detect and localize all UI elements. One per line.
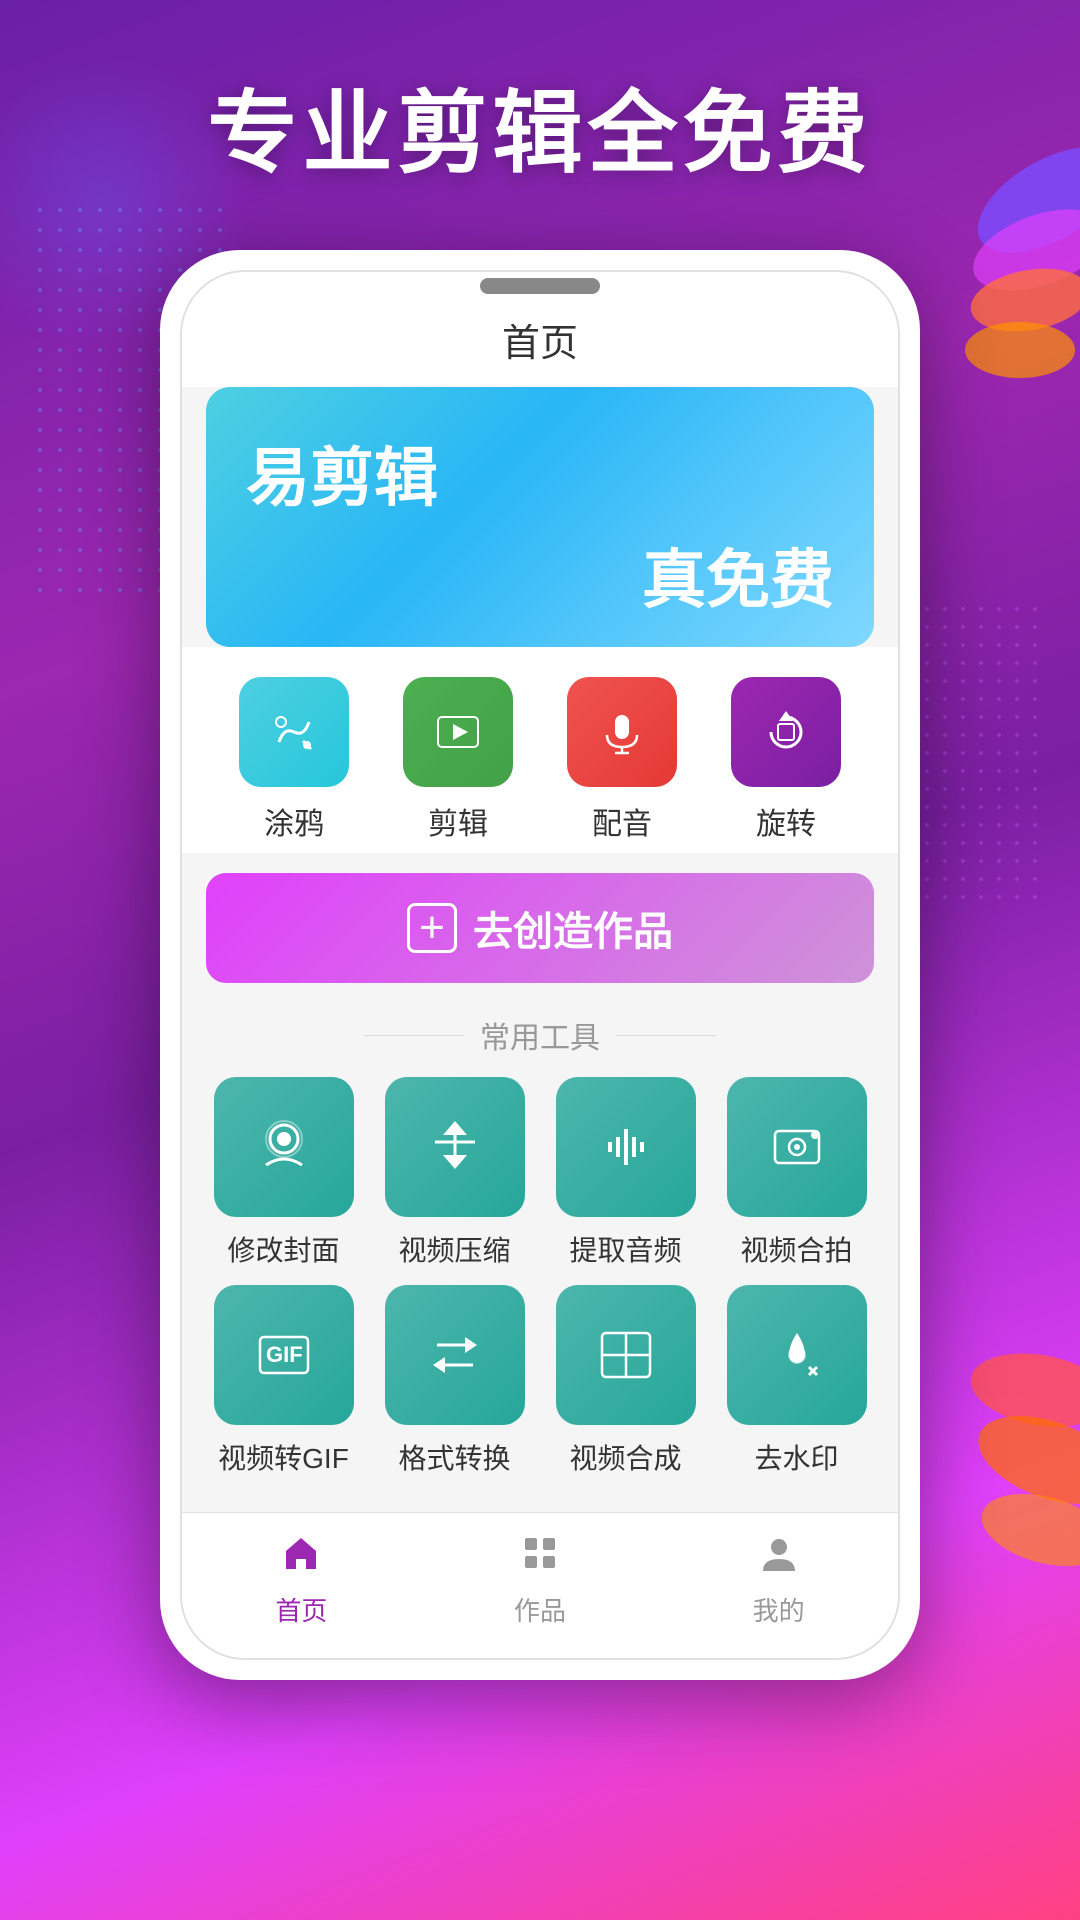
phone-wrapper: 首页 易剪辑 真免费	[160, 250, 920, 1680]
section-line-right	[616, 1035, 716, 1036]
nav-home[interactable]: 首页	[275, 1533, 327, 1628]
banner-line1: 易剪辑	[246, 427, 834, 519]
tool-edit[interactable]: 剪辑	[403, 677, 513, 843]
rotate-icon	[731, 677, 841, 787]
background: 专业剪辑全免费 首页 易剪辑 真免费	[0, 0, 1080, 1920]
doodle-icon	[239, 677, 349, 787]
gif-label: 视频转GIF	[218, 1437, 349, 1477]
tool-doodle[interactable]: 涂鸦	[239, 677, 349, 843]
create-button[interactable]: + 去创造作品	[206, 873, 874, 983]
svg-text:GIF: GIF	[266, 1342, 303, 1367]
dub-label: 配音	[592, 799, 652, 843]
convert-label: 格式转换	[398, 1437, 510, 1477]
gif-icon: GIF	[214, 1285, 354, 1425]
common-tools-title: 常用工具	[182, 1003, 898, 1067]
phone-screen: 首页 易剪辑 真免费	[180, 270, 900, 1660]
nav-profile-label: 我的	[753, 1591, 805, 1628]
audio-icon	[556, 1077, 696, 1217]
tool-dub[interactable]: 配音	[567, 677, 677, 843]
nav-home-label: 首页	[275, 1591, 327, 1628]
edit-icon	[403, 677, 513, 787]
works-icon	[520, 1533, 560, 1583]
nav-works[interactable]: 作品	[514, 1533, 566, 1628]
section-line-left	[364, 1035, 464, 1036]
tool-merge[interactable]: 视频合成	[548, 1285, 703, 1477]
quick-tools-row: 涂鸦 剪辑	[182, 647, 898, 853]
collab-label: 视频合拍	[740, 1229, 852, 1269]
profile-icon	[759, 1533, 799, 1583]
tool-watermark[interactable]: 去水印	[719, 1285, 874, 1477]
banner-line2: 真免费	[246, 529, 834, 621]
cover-icon	[214, 1077, 354, 1217]
tool-convert[interactable]: 格式转换	[377, 1285, 532, 1477]
home-icon	[281, 1533, 321, 1583]
compress-label: 视频压缩	[398, 1229, 510, 1269]
merge-label: 视频合成	[569, 1437, 681, 1477]
merge-icon	[556, 1285, 696, 1425]
cover-label: 修改封面	[227, 1229, 339, 1269]
tool-rotate[interactable]: 旋转	[731, 677, 841, 843]
common-tools-label: 常用工具	[480, 1013, 600, 1057]
dub-icon	[567, 677, 677, 787]
collab-icon	[727, 1077, 867, 1217]
create-button-label: 去创造作品	[473, 899, 673, 957]
tool-cover[interactable]: 修改封面	[206, 1077, 361, 1269]
phone-notch	[480, 278, 600, 294]
tool-compress[interactable]: 视频压缩	[377, 1077, 532, 1269]
bottom-nav: 首页 作品	[182, 1512, 898, 1658]
create-plus-icon: +	[407, 903, 457, 953]
convert-icon	[385, 1285, 525, 1425]
tool-collab[interactable]: 视频合拍	[719, 1077, 874, 1269]
tool-audio[interactable]: 提取音频	[548, 1077, 703, 1269]
doodle-label: 涂鸦	[264, 799, 324, 843]
watermark-label: 去水印	[754, 1437, 838, 1477]
compress-icon	[385, 1077, 525, 1217]
phone-outer: 首页 易剪辑 真免费	[160, 250, 920, 1680]
nav-works-label: 作品	[514, 1591, 566, 1628]
rotate-label: 旋转	[756, 799, 816, 843]
audio-label: 提取音频	[569, 1229, 681, 1269]
edit-label: 剪辑	[428, 799, 488, 843]
app-banner[interactable]: 易剪辑 真免费	[206, 387, 874, 647]
common-tools-grid: 修改封面 视频压缩	[182, 1067, 898, 1487]
hero-title: 专业剪辑全免费	[208, 60, 873, 190]
watermark-icon	[727, 1285, 867, 1425]
nav-profile[interactable]: 我的	[753, 1533, 805, 1628]
tool-gif[interactable]: GIF 视频转GIF	[206, 1285, 361, 1477]
